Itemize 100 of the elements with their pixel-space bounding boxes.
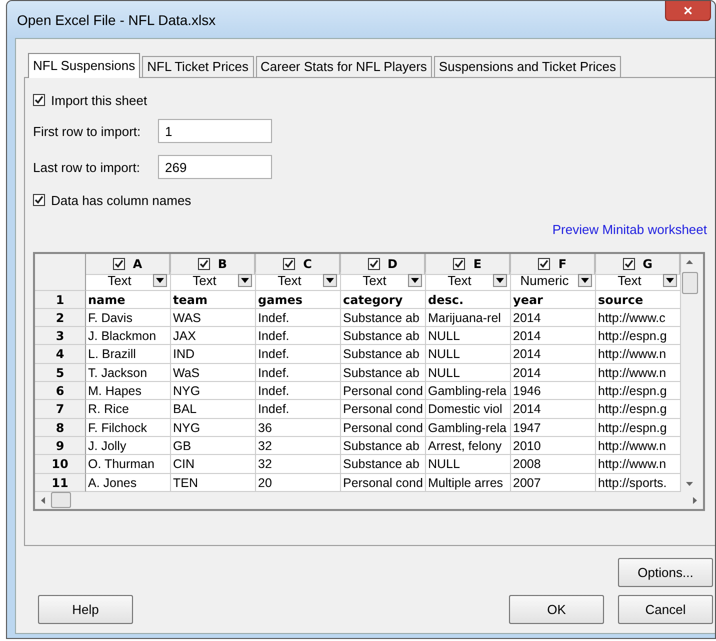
table-cell: WAS: [171, 308, 256, 328]
table-cell: Domestic viol: [426, 400, 511, 419]
ok-button[interactable]: OK: [509, 595, 604, 624]
row-number: 5: [35, 364, 86, 382]
close-button[interactable]: ✕: [665, 1, 711, 21]
table-cell: R. Rice: [86, 400, 171, 419]
row-number: 9: [35, 436, 86, 456]
first-row-field[interactable]: 1: [158, 119, 272, 143]
type-dropdown[interactable]: Text: [426, 273, 493, 288]
table-cell: Indef.: [256, 308, 341, 328]
tab[interactable]: NFL Suspensions: [28, 53, 140, 78]
cancel-button[interactable]: Cancel: [618, 595, 713, 624]
table-cell: 32: [256, 455, 341, 474]
table-cell: Substance ab: [341, 345, 426, 364]
table-cell: 20: [256, 474, 341, 492]
table-cell: 32: [256, 436, 341, 456]
type-dropdown[interactable]: Text: [341, 273, 408, 288]
checkbox[interactable]: [112, 258, 125, 270]
help-button[interactable]: Help: [38, 595, 133, 624]
type-dropdown[interactable]: Text: [256, 273, 323, 288]
table-cell: Gambling-rela: [426, 382, 511, 400]
row-number: 2: [35, 308, 86, 328]
table-cell: Substance ab: [341, 455, 426, 474]
checkbox[interactable]: [33, 94, 45, 106]
checkbox[interactable]: [33, 194, 45, 206]
checkbox[interactable]: [283, 258, 296, 270]
checkbox-label: Import this sheet: [51, 92, 148, 108]
scroll-up-arrow-icon[interactable]: [686, 260, 693, 264]
table-cell: J. Jolly: [86, 436, 171, 456]
table-cell: T. Jackson: [86, 364, 171, 382]
tab[interactable]: NFL Ticket Prices: [142, 56, 254, 77]
table-cell: 1947: [511, 418, 596, 437]
table-cell: name: [86, 290, 171, 309]
row-number: 1: [35, 290, 86, 309]
table-cell: NYG: [171, 382, 256, 400]
checkbox[interactable]: [453, 258, 466, 270]
table-cell: 36: [256, 418, 341, 437]
row-number: 11: [35, 474, 86, 492]
checkbox[interactable]: [368, 258, 380, 270]
type-dropdown[interactable]: Text: [171, 273, 238, 288]
table-cell: 2014: [511, 400, 596, 419]
field-label: Last row to import:: [33, 160, 141, 174]
table-cell: games: [256, 290, 341, 309]
table-cell: JAX: [171, 327, 256, 346]
table-cell: team: [171, 290, 256, 309]
type-dropdown[interactable]: Numeric: [511, 273, 578, 288]
table-cell: 2014: [511, 327, 596, 346]
checkbox[interactable]: [538, 258, 550, 270]
table-cell: Gambling-rela: [426, 418, 511, 437]
window-title: Open Excel File - NFL Data.xlsx: [17, 12, 217, 28]
table-cell: J. Blackmon: [86, 327, 171, 346]
table-cell: Multiple arres: [426, 474, 511, 492]
table-cell: 2014: [511, 364, 596, 382]
table-cell: Substance ab: [341, 327, 426, 346]
options-button[interactable]: Options...: [618, 558, 713, 587]
scroll-thumb[interactable]: [51, 492, 71, 508]
table-cell: Indef.: [256, 345, 341, 364]
table-cell: Marijuana-rel: [426, 308, 511, 328]
table-cell: O. Thurman: [86, 455, 171, 474]
tab[interactable]: Career Stats for NFL Players: [256, 56, 432, 77]
table-cell: NULL: [426, 345, 511, 364]
table-cell: NULL: [426, 455, 511, 474]
table-cell: Personal cond: [341, 474, 426, 492]
table-cell: WaS: [171, 364, 256, 382]
checkbox-label: Data has column names: [51, 192, 192, 208]
table-cell: Personal cond: [341, 400, 426, 419]
table-cell: L. Brazill: [86, 345, 171, 364]
column-letter: F: [558, 257, 567, 271]
table-cell: 2008: [511, 455, 596, 474]
row-number: 8: [35, 418, 86, 437]
checkbox[interactable]: [622, 258, 635, 270]
row-number: 7: [35, 400, 86, 419]
scroll-left-arrow-icon[interactable]: [41, 496, 45, 504]
table-cell: GB: [171, 436, 256, 456]
table-cell: NYG: [171, 418, 256, 437]
table-cell: Indef.: [256, 327, 341, 346]
table-cell: NULL: [426, 327, 511, 346]
preview-link[interactable]: Preview Minitab worksheet: [552, 222, 707, 240]
table-cell: Indef.: [256, 400, 341, 419]
last-row-field[interactable]: 269: [158, 155, 272, 179]
column-letter: A: [132, 257, 142, 271]
table-cell: TEN: [171, 474, 256, 492]
table-cell: Substance ab: [341, 364, 426, 382]
table-cell: Indef.: [256, 382, 341, 400]
type-dropdown[interactable]: Text: [86, 273, 153, 288]
table-cell: F. Davis: [86, 308, 171, 328]
table-cell: 2010: [511, 436, 596, 456]
column-letter: C: [303, 257, 312, 271]
scroll-thumb[interactable]: [682, 272, 698, 294]
table-cell: Indef.: [256, 364, 341, 382]
scroll-right-arrow-icon[interactable]: [693, 496, 697, 504]
table-cell: 2014: [511, 345, 596, 364]
tab[interactable]: Suspensions and Ticket Prices: [434, 56, 621, 77]
table-cell: 2007: [511, 474, 596, 492]
column-letter: G: [642, 257, 652, 271]
table-cell: Substance ab: [341, 436, 426, 456]
checkbox[interactable]: [198, 258, 210, 270]
scroll-down-arrow-icon[interactable]: [686, 482, 693, 486]
table-cell: desc.: [426, 290, 511, 309]
type-dropdown[interactable]: Text: [596, 273, 663, 288]
